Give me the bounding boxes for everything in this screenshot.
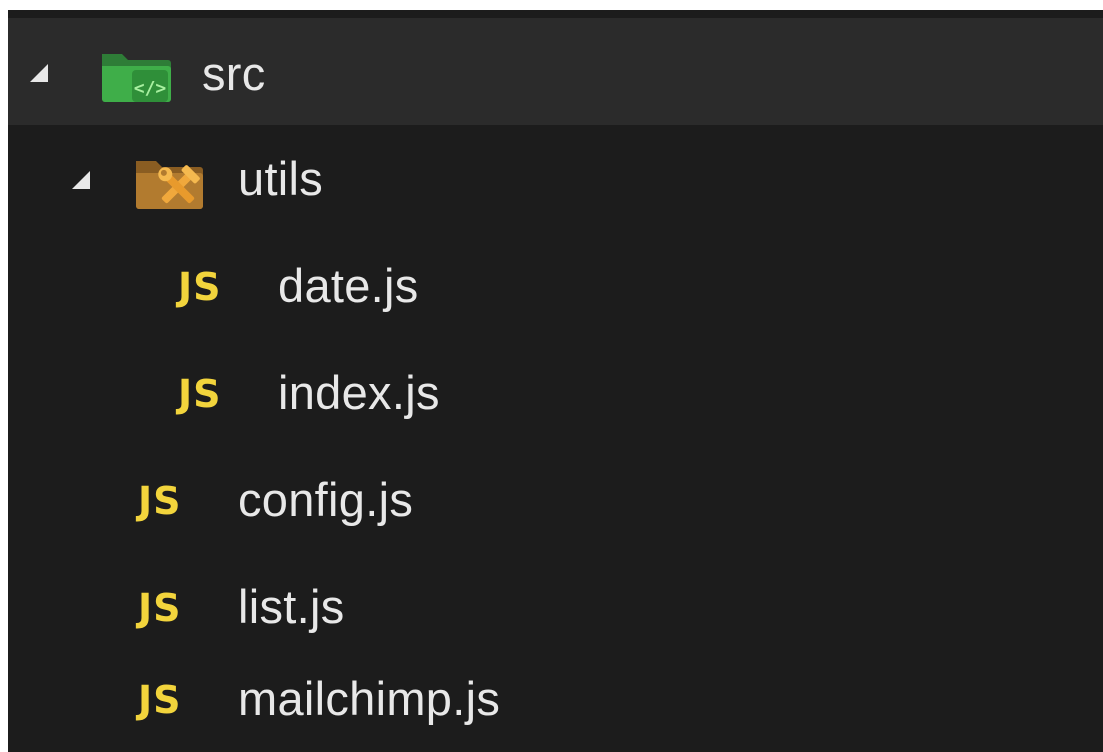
tree-item-date-js[interactable]: JS date.js (8, 232, 1103, 339)
tree-item-utils[interactable]: utils (8, 125, 1103, 232)
tree-item-label: mailchimp.js (238, 672, 501, 725)
js-file-icon: JS (178, 372, 222, 416)
tree-item-index-js[interactable]: JS index.js (8, 339, 1103, 446)
tree-item-list-js[interactable]: JS list.js (8, 553, 1103, 660)
tree-item-src[interactable]: </> src (8, 18, 1103, 125)
tree-item-label: src (202, 47, 266, 100)
tree-item-label: index.js (278, 366, 440, 419)
tree-item-label: config.js (238, 473, 414, 526)
tree-item-label: date.js (278, 259, 419, 312)
tree-item-mailchimp-js[interactable]: JS mailchimp.js (8, 645, 1103, 752)
js-file-icon: JS (178, 265, 222, 309)
js-file-icon: JS (138, 678, 182, 722)
tree-item-config-js[interactable]: JS config.js (8, 446, 1103, 553)
file-explorer: </> src utils JS date.js JS index.js JS … (0, 0, 1103, 752)
frame-border-top (0, 0, 1103, 10)
folder-src-icon: </> (98, 46, 172, 109)
svg-text:</>: </> (134, 78, 167, 99)
js-file-icon: JS (138, 479, 182, 523)
frame-border-left (0, 0, 8, 752)
js-file-icon: JS (138, 586, 182, 630)
folder-utils-icon (132, 151, 208, 220)
tree-item-label: list.js (238, 580, 345, 633)
tree-item-label: utils (238, 152, 324, 205)
